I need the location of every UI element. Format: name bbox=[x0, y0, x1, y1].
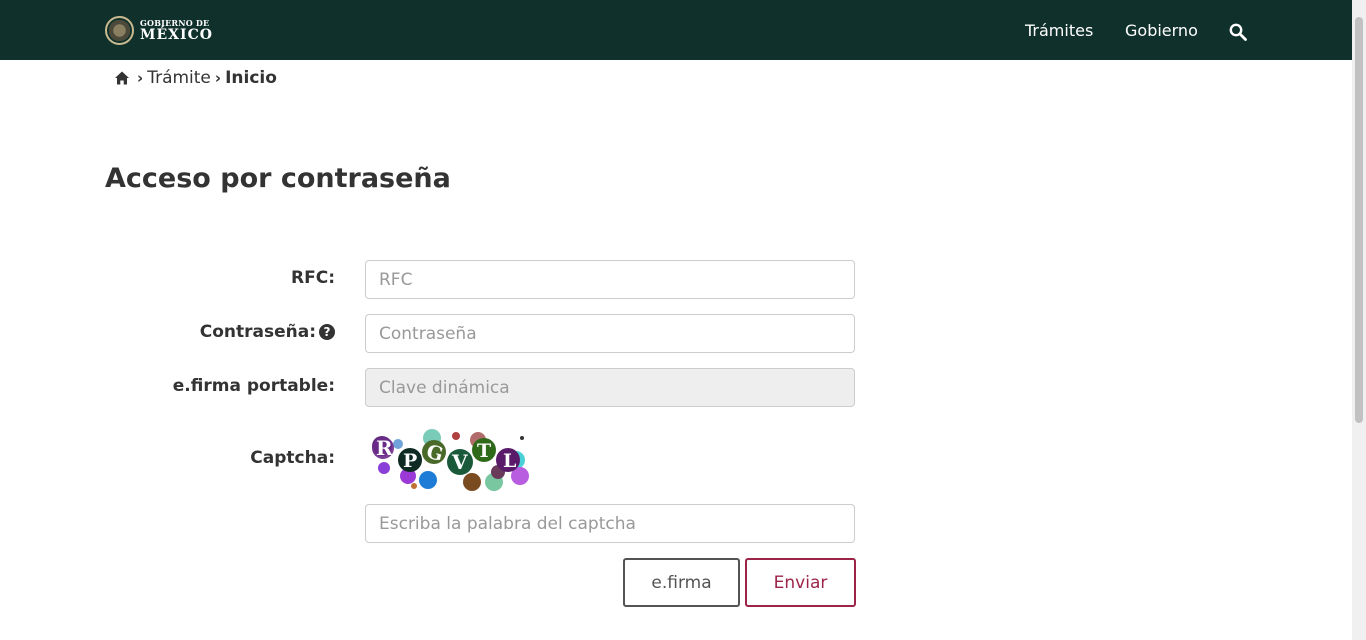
nav-gobierno-link[interactable]: Gobierno bbox=[1125, 21, 1198, 40]
password-label-wrap: Contraseña: ? bbox=[200, 322, 335, 342]
captcha-image: R P G V T L bbox=[372, 429, 529, 491]
svg-text:V: V bbox=[451, 450, 468, 474]
captcha-input[interactable] bbox=[365, 504, 855, 543]
logo-line1: GOBIERNO DE bbox=[140, 17, 210, 28]
help-icon[interactable]: ? bbox=[319, 324, 335, 340]
captcha-label: Captcha: bbox=[250, 448, 335, 468]
rfc-label: RFC: bbox=[291, 268, 335, 288]
breadcrumb-tramite[interactable]: Trámite bbox=[147, 68, 211, 88]
logo-line2: MÉXICO bbox=[140, 26, 213, 43]
national-seal-icon bbox=[105, 15, 134, 45]
page-scrollbar[interactable] bbox=[1352, 0, 1366, 640]
svg-text:R: R bbox=[376, 436, 393, 460]
chevron-right-icon: › bbox=[137, 69, 144, 87]
rfc-input[interactable] bbox=[365, 260, 855, 299]
nav-tramites-link[interactable]: Trámites bbox=[1025, 21, 1093, 40]
password-input[interactable] bbox=[365, 314, 855, 353]
search-icon[interactable] bbox=[1229, 23, 1247, 41]
svg-text:P: P bbox=[403, 450, 417, 472]
home-icon[interactable] bbox=[114, 70, 130, 86]
breadcrumb-inicio: Inicio bbox=[225, 68, 277, 88]
chevron-right-icon: › bbox=[214, 69, 222, 87]
page-title: Acceso por contraseña bbox=[105, 163, 451, 194]
svg-text:L: L bbox=[503, 450, 516, 472]
breadcrumb: › Trámite › Inicio bbox=[114, 68, 277, 88]
enviar-button[interactable]: Enviar bbox=[745, 558, 856, 607]
svg-text:T: T bbox=[477, 440, 491, 462]
gobierno-logo[interactable]: GOBIERNO DE MÉXICO bbox=[105, 14, 213, 46]
password-label: Contraseña: bbox=[199, 322, 316, 342]
dynamic-key-input bbox=[365, 368, 855, 407]
scrollbar-thumb[interactable] bbox=[1355, 17, 1363, 423]
efirma-portable-label: e.firma portable: bbox=[172, 376, 335, 396]
logo-text: GOBIERNO DE MÉXICO bbox=[140, 19, 213, 42]
efirma-button[interactable]: e.firma bbox=[623, 558, 740, 607]
top-navbar: GOBIERNO DE MÉXICO Trámites Gobierno bbox=[0, 0, 1352, 60]
